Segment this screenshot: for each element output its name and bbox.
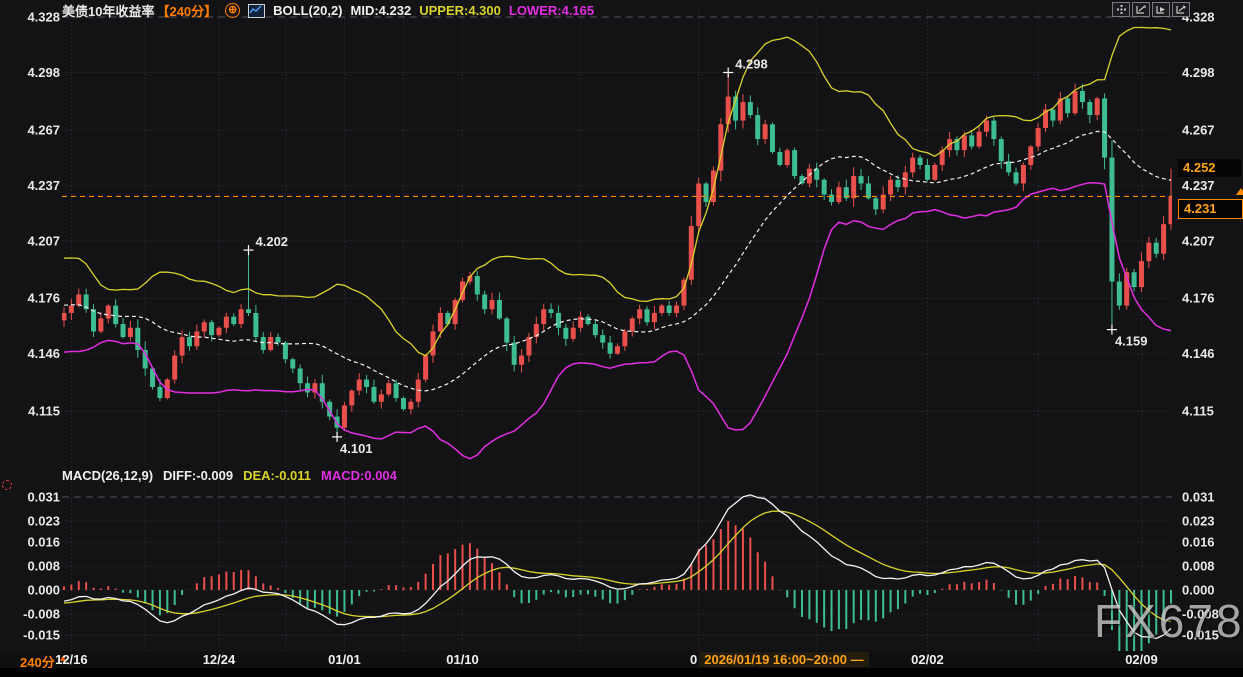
svg-text:0.000: 0.000	[27, 583, 60, 598]
gridlines	[62, 10, 1172, 660]
svg-text:0.008: 0.008	[27, 559, 60, 574]
zoom-in-icon	[1136, 5, 1147, 14]
x-axis-label: 01/01	[309, 652, 379, 667]
add-indicator-icon[interactable]: ⊕	[225, 3, 240, 18]
svg-text:4.115: 4.115	[1182, 403, 1214, 418]
svg-text:4.115: 4.115	[28, 403, 60, 418]
chart-toolbar	[1112, 2, 1190, 17]
annotation-4.101: 4.101	[340, 441, 373, 456]
boll-lower-line	[64, 183, 1171, 459]
chart-header: 美债10年收益率 【240分】 ⊕ BOLL(20,2) MID:4.232 U…	[62, 1, 594, 20]
boll-lower-value: LOWER:4.165	[509, 3, 594, 18]
boll-upper-line	[64, 28, 1171, 356]
annotation-4.159: 4.159	[1115, 334, 1148, 349]
watermark: FX678	[1094, 594, 1243, 648]
zoom-range-tool-button[interactable]	[1152, 2, 1170, 17]
svg-text:0.031: 0.031	[27, 490, 60, 505]
macd-dea-value: DEA:-0.011	[243, 468, 311, 483]
candlestick-chart[interactable]: 4.2024.1014.2984.1594.3284.3284.2984.298…	[0, 0, 1243, 677]
time-tooltip-box: 2026/01/19 16:00~20:00 —	[699, 652, 868, 667]
last-price-arrow-icon	[1236, 188, 1243, 195]
svg-text:4.298: 4.298	[1182, 65, 1215, 80]
boll-label: BOLL(20,2)	[273, 3, 342, 18]
annotation-4.298: 4.298	[735, 56, 768, 71]
svg-text:4.207: 4.207	[27, 233, 60, 248]
export-arrow-icon	[1176, 5, 1187, 14]
x-axis-label: 01/10	[428, 652, 498, 667]
annotation-4.202: 4.202	[256, 234, 289, 249]
last-price-tag: 4.231	[1178, 199, 1243, 219]
svg-text:0.016: 0.016	[27, 535, 60, 550]
x-axis-label: 02/09	[1106, 652, 1176, 667]
svg-text:-0.008: -0.008	[23, 607, 60, 622]
svg-text:4.207: 4.207	[1182, 233, 1215, 248]
time-tooltip: 0 2026/01/19 16:00~20:00 —	[690, 652, 869, 667]
prev-settle-price-tag: 4.252	[1178, 159, 1241, 177]
svg-text:4.146: 4.146	[27, 346, 60, 361]
svg-text:0.016: 0.016	[1182, 535, 1215, 550]
zoom-reset-tool-button[interactable]	[1172, 2, 1190, 17]
period-tag: 【240分】	[156, 1, 217, 20]
time-axis: 240分 ▲ 12/1612/2401/0101/1002/0202/09 0 …	[0, 651, 1243, 668]
svg-text:-0.015: -0.015	[23, 628, 60, 643]
macd-diff-line	[64, 495, 1171, 639]
svg-text:4.176: 4.176	[1182, 291, 1215, 306]
svg-text:4.237: 4.237	[27, 178, 60, 193]
play-range-icon	[1156, 5, 1167, 14]
svg-text:4.267: 4.267	[27, 122, 60, 137]
svg-text:0.008: 0.008	[1182, 559, 1215, 574]
page-title: 美债10年收益率	[62, 1, 154, 20]
macd-value: MACD:0.004	[321, 468, 397, 483]
candles	[62, 72, 1174, 436]
crosshair-icon	[1116, 5, 1127, 14]
zoom-in-tool-button[interactable]	[1132, 2, 1150, 17]
svg-text:0.031: 0.031	[1182, 490, 1215, 505]
svg-text:4.267: 4.267	[1182, 122, 1215, 137]
boll-mid-value: MID:4.232	[351, 3, 412, 18]
macd-header: MACD(26,12,9) DIFF:-0.009 DEA:-0.011 MAC…	[62, 468, 397, 483]
chart-window: 4.2024.1014.2984.1594.3284.3284.2984.298…	[0, 0, 1243, 677]
time-tooltip-prefix: 0	[690, 652, 697, 667]
chart-type-icon[interactable]	[248, 4, 265, 18]
boll-upper-value: UPPER:4.300	[419, 3, 501, 18]
svg-text:4.146: 4.146	[1182, 346, 1215, 361]
svg-text:4.237: 4.237	[1182, 178, 1215, 193]
svg-text:4.298: 4.298	[27, 65, 60, 80]
svg-text:4.176: 4.176	[27, 291, 60, 306]
x-axis-label: 12/24	[184, 652, 254, 667]
macd-pane-alert-icon[interactable]	[2, 480, 12, 490]
move-tool-button[interactable]	[1112, 2, 1130, 17]
x-axis-label: 02/02	[892, 652, 962, 667]
macd-diff-value: DIFF:-0.009	[163, 468, 233, 483]
bottom-strip	[0, 668, 1243, 677]
svg-text:0.023: 0.023	[27, 514, 60, 529]
svg-text:0.023: 0.023	[1182, 514, 1215, 529]
x-axis-label: 12/16	[36, 652, 106, 667]
macd-label: MACD(26,12,9)	[62, 468, 153, 483]
svg-text:4.328: 4.328	[27, 10, 60, 25]
